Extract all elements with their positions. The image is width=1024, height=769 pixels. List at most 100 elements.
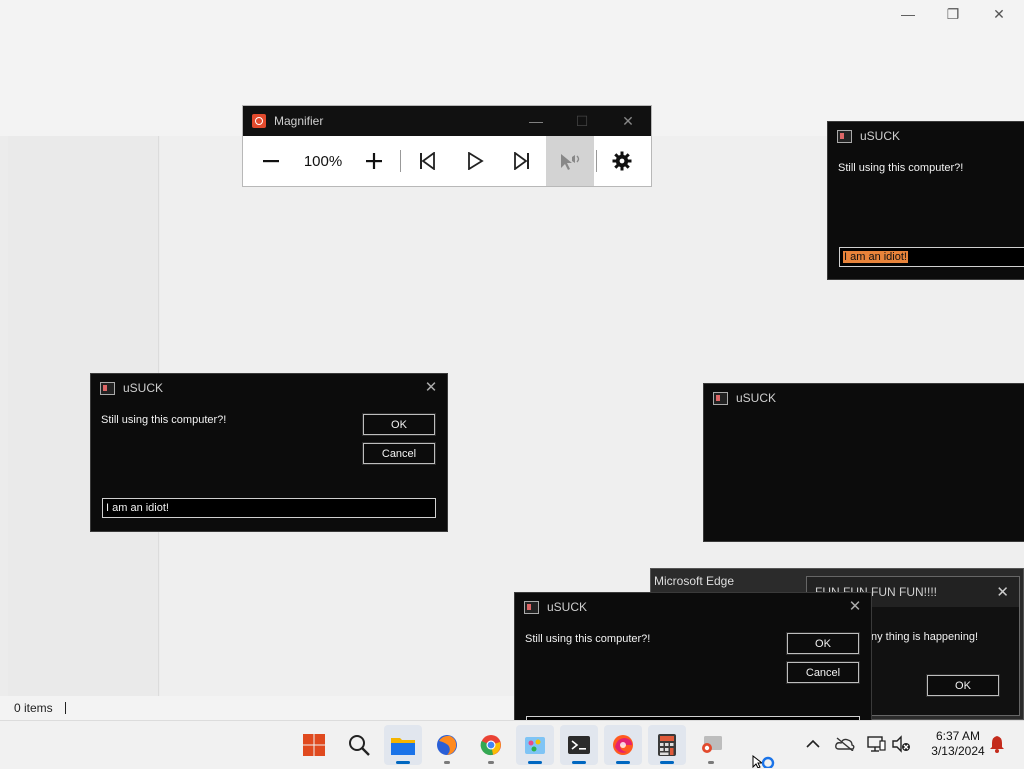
magnifier-title-bar[interactable]: Magnifier — ☐ ✕ [243,106,651,136]
dialog-text-input[interactable]: I am an idiot! [102,498,436,518]
search-button[interactable] [340,725,378,765]
explorer-close-button[interactable]: ✕ [976,0,1022,28]
cloud-offline-icon [835,737,855,751]
magnifier-close-button[interactable]: ✕ [605,106,651,136]
taskbar-terminal[interactable] [560,725,598,765]
dialog-title-bar[interactable]: uSUCK [828,122,1024,150]
running-indicator [660,761,674,764]
taskbar-file-explorer[interactable] [384,725,422,765]
running-indicator [396,761,410,764]
dialog-text-input[interactable]: I am an idiot! [839,247,1024,267]
notifications-button[interactable] [986,733,1008,755]
explorer-minimize-button[interactable]: — [885,0,931,28]
app-icon [713,391,728,405]
close-icon[interactable]: ✕ [423,380,439,396]
app-icon [100,381,115,395]
magnifier-icon [702,736,722,753]
status-divider [64,702,66,714]
clock-time: 6:37 AM [935,729,981,743]
skip-back-icon [420,152,435,170]
firefox-icon [437,735,457,755]
terminal-icon [568,736,590,754]
dialog-message: Still using this computer?! [838,162,964,174]
gear-icon [612,151,632,171]
zoom-level-display: 100% [295,136,351,186]
edge-window-title: Microsoft Edge [654,574,735,588]
toolbar-divider [596,150,597,172]
network-icon [867,736,886,752]
dialog-title-bar[interactable]: uSUCK ✕ [515,593,871,621]
toolbar-divider [400,150,401,172]
item-count-label: 0 items [14,701,53,715]
cancel-button[interactable]: Cancel [786,661,860,684]
taskbar-edge[interactable] [604,725,642,765]
dialog-title-bar[interactable]: uSUCK ✕ [91,374,447,402]
volume-muted-icon [892,735,910,753]
taskbar-chrome[interactable] [472,725,510,765]
zoom-out-button[interactable] [255,136,287,186]
fun-dialog-message: ny thing is happening! [871,631,979,643]
selected-text: I am an idiot! [843,251,908,263]
magnifier-app-icon [252,114,266,128]
running-indicator [488,761,494,764]
dialog-title: uSUCK [736,391,777,405]
play-button[interactable] [459,136,491,186]
taskbar-magnifier[interactable] [692,725,730,765]
zoom-level-value: 100% [303,152,343,170]
ok-button[interactable]: OK [362,413,436,436]
minus-icon [263,160,279,163]
running-indicator [616,761,630,764]
app-icon [837,129,852,143]
busy-cursor-icon [752,755,775,768]
start-button[interactable] [295,725,333,765]
ok-button[interactable]: OK [786,632,860,655]
usuck-dialog: uSUCK ✕ Still using this computer?! OK C… [90,373,448,532]
usuck-dialog: uSUCK Still using this computer?! I am a… [827,121,1024,280]
usuck-dialog: uSUCK [703,383,1024,542]
magnifier-window: Magnifier — ☐ ✕ 100% [242,105,652,187]
taskbar-firefox[interactable] [428,725,466,765]
dialog-title-bar[interactable]: uSUCK [704,384,1024,412]
dialog-title: uSUCK [860,129,901,143]
read-from-pointer-icon [561,154,580,170]
usuck-dialog: uSUCK ✕ Still using this computer?! OK C… [514,592,872,724]
onedrive-tray-button[interactable] [834,733,856,755]
magnifier-title: Magnifier [274,114,324,128]
bell-icon [990,736,1004,753]
read-from-here-button[interactable] [546,136,594,186]
magnifier-toolbar: 100% [243,136,651,186]
magnifier-maximize-button[interactable]: ☐ [559,106,605,136]
next-paragraph-button[interactable] [506,136,538,186]
explorer-maximize-button[interactable]: ❐ [930,0,976,28]
play-icon [468,152,484,170]
app-icon [524,600,539,614]
chrome-icon [480,735,501,756]
zoom-in-button[interactable] [358,136,390,186]
running-indicator [444,761,450,764]
running-indicator [708,761,714,764]
network-tray-button[interactable] [865,733,887,755]
clock[interactable]: 6:37 AM 3/13/2024 [920,729,996,759]
skip-forward-icon [514,152,529,170]
dialog-message: Still using this computer?! [101,414,227,426]
search-icon [349,735,370,756]
calculator-icon [658,734,676,756]
file-explorer-icon [391,738,415,755]
close-icon[interactable]: ✕ [996,583,1009,601]
taskbar-paint[interactable] [516,725,554,765]
chevron-up-icon [806,739,820,748]
previous-paragraph-button[interactable] [411,136,443,186]
taskbar-calculator[interactable] [648,725,686,765]
cancel-button[interactable]: Cancel [362,442,436,465]
dialog-title: uSUCK [123,381,164,395]
volume-tray-button[interactable] [890,733,912,755]
magnifier-settings-button[interactable] [606,136,638,186]
close-icon[interactable]: ✕ [847,599,863,615]
dialog-message: Still using this computer?! [525,633,651,645]
dialog-title: uSUCK [547,600,588,614]
ok-button[interactable]: OK [926,674,1000,697]
magnifier-minimize-button[interactable]: — [513,106,559,136]
edge-icon [613,735,633,755]
plus-icon [366,153,382,169]
show-hidden-icons-button[interactable] [802,733,824,755]
